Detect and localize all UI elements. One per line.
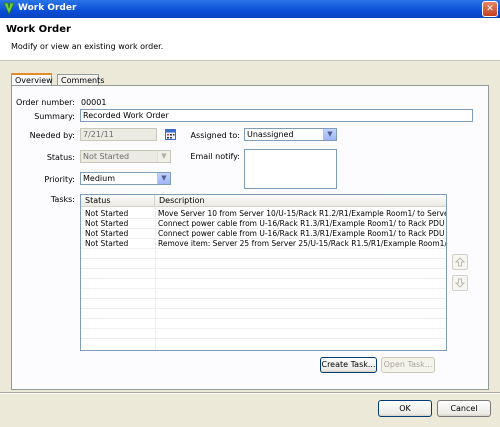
row-divider [81, 318, 446, 319]
assigned-to-value: Unassigned [247, 130, 294, 139]
row-divider [81, 248, 446, 249]
task-description[interactable]: Connect power cable from U-16/Rack R1.3/… [158, 229, 446, 238]
column-header-status[interactable]: Status [81, 195, 155, 207]
close-icon: ✕ [486, 4, 494, 14]
priority-value: Medium [83, 174, 115, 183]
title-bar: Work Order ✕ [0, 0, 500, 18]
calendar-icon[interactable] [165, 129, 176, 140]
row-divider [81, 288, 446, 289]
row-divider [81, 218, 446, 219]
order-number-value: 00001 [81, 98, 107, 107]
needed-by-input[interactable]: 7/21/11 [80, 128, 157, 141]
row-divider [81, 298, 446, 299]
tasks-table[interactable]: Status Description Not Started Move Serv… [80, 194, 447, 351]
row-divider [81, 228, 446, 229]
ok-button[interactable]: OK [378, 400, 432, 417]
window-title: Work Order [18, 3, 77, 13]
task-status[interactable]: Not Started [85, 209, 128, 218]
status-select[interactable]: Not Started ▼ [80, 150, 171, 163]
footer-separator [0, 392, 500, 394]
move-down-button[interactable] [452, 275, 468, 291]
needed-by-label: Needed by: [29, 131, 75, 140]
header-subtitle: Modify or view an existing work order. [11, 42, 164, 51]
row-divider [81, 328, 446, 329]
task-description[interactable]: Remove item: Server 25 from Server 25/U-… [158, 239, 446, 248]
status-label: Status: [46, 153, 75, 162]
cancel-button[interactable]: Cancel [437, 400, 491, 417]
create-task-button[interactable]: Create Task... [320, 357, 377, 373]
task-description[interactable]: Move Server 10 from Server 10/U-15/Rack … [158, 209, 446, 218]
app-icon [3, 2, 15, 15]
order-number-label: Order number: [15, 98, 75, 107]
up-arrow-icon [454, 257, 466, 267]
open-task-button[interactable]: Open Task... [381, 357, 435, 373]
task-status[interactable]: Not Started [85, 239, 128, 248]
email-notify-field[interactable] [244, 149, 337, 189]
dialog-header: Work Order Modify or view an existing wo… [0, 18, 500, 61]
chevron-down-icon[interactable]: ▼ [323, 129, 336, 140]
row-divider [81, 268, 446, 269]
task-status[interactable]: Not Started [85, 219, 128, 228]
tasks-label: Tasks: [50, 195, 75, 204]
priority-label: Priority: [44, 175, 75, 184]
summary-label: Summary: [34, 112, 75, 121]
row-divider [81, 258, 446, 259]
row-divider [81, 308, 446, 309]
down-arrow-icon [454, 278, 466, 288]
email-notify-label: Email notify: [190, 152, 240, 161]
row-divider [81, 278, 446, 279]
row-divider [81, 238, 446, 239]
chevron-down-icon: ▼ [157, 151, 170, 162]
priority-select[interactable]: Medium ▼ [80, 172, 171, 185]
column-header-description[interactable]: Description [155, 195, 446, 207]
status-value: Not Started [83, 152, 130, 161]
move-up-button[interactable] [452, 254, 468, 270]
row-divider [81, 338, 446, 339]
header-title: Work Order [6, 24, 71, 35]
task-status[interactable]: Not Started [85, 229, 128, 238]
chevron-down-icon[interactable]: ▼ [157, 173, 170, 184]
close-button[interactable]: ✕ [482, 1, 498, 17]
summary-input[interactable]: Recorded Work Order [80, 109, 473, 122]
task-description[interactable]: Connect power cable from U-16/Rack R1.3/… [158, 219, 446, 228]
assigned-to-select[interactable]: Unassigned ▼ [244, 128, 337, 141]
assigned-to-label: Assigned to: [190, 131, 240, 140]
